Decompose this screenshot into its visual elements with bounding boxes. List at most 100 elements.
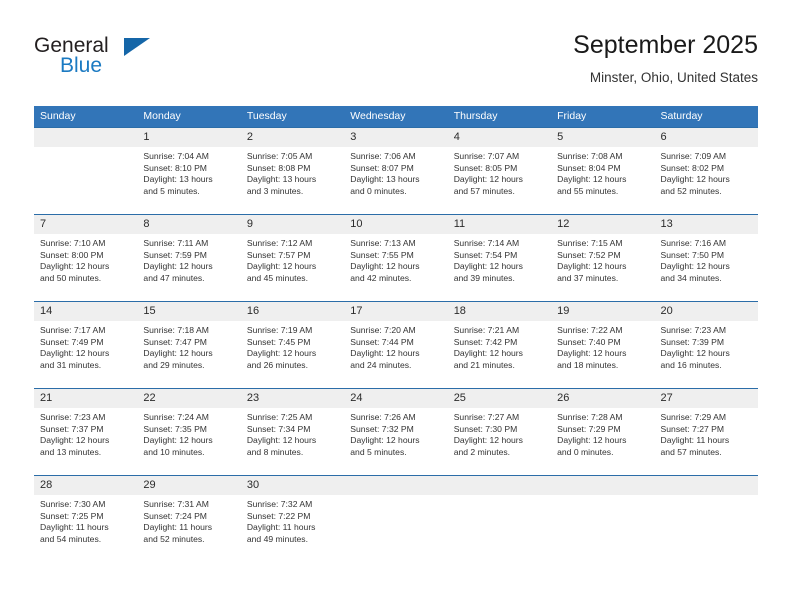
day-cell[interactable]: 13 Sunrise: 7:16 AM Sunset: 7:50 PM Dayligh… xyxy=(654,214,758,302)
sunrise-time: Sunrise: 7:13 AM xyxy=(350,238,416,248)
calendar-week-row: 28 Sunrise: 7:30 AM Sunset: 7:25 PM Dayligh… xyxy=(34,475,758,562)
sunrise-time: Sunrise: 7:07 AM xyxy=(453,151,520,161)
day-cell[interactable]: 4 Sunrise: 7:07 AM Sunset: 8:05 PM Daylight… xyxy=(447,127,552,215)
sunset-time: Sunset: 7:45 PM xyxy=(246,336,311,347)
sunrise-time: Sunrise: 7:31 AM xyxy=(143,499,209,509)
daylight-duration-line1: Daylight: 12 hours xyxy=(660,174,730,185)
day-sun-info: Sunrise: 7:31 AM Sunset: 7:24 PM Daylight:… xyxy=(137,495,240,545)
day-cell[interactable]: 14 Sunrise: 7:17 AM Sunset: 7:49 PM Dayligh… xyxy=(34,301,138,389)
sunrise-time: Sunrise: 7:04 AM xyxy=(143,151,209,161)
day-cell[interactable]: 30 Sunrise: 7:32 AM Sunset: 7:22 PM Dayligh… xyxy=(240,475,345,562)
sunset-time: Sunset: 7:27 PM xyxy=(660,423,725,434)
daylight-duration-line2: and 13 minutes. xyxy=(40,446,102,457)
day-number: 13 xyxy=(654,215,758,234)
sunrise-time: Sunrise: 7:09 AM xyxy=(660,151,726,161)
sunrise-time: Sunrise: 7:25 AM xyxy=(246,412,313,422)
day-cell[interactable]: 19 Sunrise: 7:22 AM Sunset: 7:40 PM Dayligh… xyxy=(551,301,655,389)
sunrise-time: Sunrise: 7:22 AM xyxy=(557,325,623,335)
sunrise-time: Sunrise: 7:05 AM xyxy=(246,151,313,161)
day-cell[interactable]: 18 Sunrise: 7:21 AM Sunset: 7:42 PM Dayligh… xyxy=(447,301,552,389)
daylight-duration-line1: Daylight: 12 hours xyxy=(246,435,317,446)
day-cell[interactable]: 11 Sunrise: 7:14 AM Sunset: 7:54 PM Dayligh… xyxy=(447,214,552,302)
day-cell[interactable]: 23 Sunrise: 7:25 AM Sunset: 7:34 PM Dayligh… xyxy=(240,388,345,476)
day-cell[interactable]: 27 Sunrise: 7:29 AM Sunset: 7:27 PM Dayligh… xyxy=(654,388,758,476)
daylight-duration-line1: Daylight: 12 hours xyxy=(350,435,420,446)
day-cell[interactable]: 16 Sunrise: 7:19 AM Sunset: 7:45 PM Dayligh… xyxy=(240,301,345,389)
day-cell[interactable]: 2 Sunrise: 7:05 AM Sunset: 8:08 PM Daylight… xyxy=(240,127,345,215)
day-sun-info: Sunrise: 7:26 AM Sunset: 7:32 PM Daylight:… xyxy=(344,408,447,458)
day-cell[interactable]: 12 Sunrise: 7:15 AM Sunset: 7:52 PM Dayligh… xyxy=(551,214,655,302)
day-sun-info: Sunrise: 7:17 AM Sunset: 7:49 PM Daylight:… xyxy=(34,321,137,371)
daylight-duration-line2: and 37 minutes. xyxy=(557,272,619,283)
page-header: General Blue September 2025 Minster, Ohi… xyxy=(34,30,758,98)
daylight-duration-line2: and 26 minutes. xyxy=(246,359,308,370)
day-cell[interactable]: 5 Sunrise: 7:08 AM Sunset: 8:04 PM Daylight… xyxy=(551,127,655,215)
sunrise-time: Sunrise: 7:12 AM xyxy=(246,238,313,248)
page-subtitle: Minster, Ohio, United States xyxy=(589,70,758,85)
sunrise-time: Sunrise: 7:32 AM xyxy=(246,499,313,509)
daylight-duration-line1: Daylight: 13 hours xyxy=(246,174,317,185)
calendar-week-row: 21 Sunrise: 7:23 AM Sunset: 7:37 PM Dayligh… xyxy=(34,388,758,476)
sunset-time: Sunset: 7:29 PM xyxy=(557,423,621,434)
sunset-time: Sunset: 7:24 PM xyxy=(143,510,207,521)
day-number: 29 xyxy=(137,476,241,495)
day-cell-empty xyxy=(344,475,448,562)
day-cell[interactable]: 1 Sunrise: 7:04 AM Sunset: 8:10 PM Daylight… xyxy=(137,127,241,215)
day-number: 22 xyxy=(137,389,241,408)
sunset-time: Sunset: 7:50 PM xyxy=(660,249,725,260)
daylight-duration-line1: Daylight: 12 hours xyxy=(350,261,420,272)
day-cell[interactable]: 24 Sunrise: 7:26 AM Sunset: 7:32 PM Dayligh… xyxy=(344,388,448,476)
day-cell[interactable]: 20 Sunrise: 7:23 AM Sunset: 7:39 PM Dayligh… xyxy=(654,301,758,389)
day-cell[interactable]: 26 Sunrise: 7:28 AM Sunset: 7:29 PM Dayligh… xyxy=(551,388,655,476)
day-cell[interactable]: 17 Sunrise: 7:20 AM Sunset: 7:44 PM Dayligh… xyxy=(344,301,448,389)
day-number: 2 xyxy=(240,128,345,147)
day-cell[interactable]: 8 Sunrise: 7:11 AM Sunset: 7:59 PM Daylight… xyxy=(137,214,241,302)
day-sun-info: Sunrise: 7:19 AM Sunset: 7:45 PM Daylight:… xyxy=(241,321,344,371)
day-cell[interactable]: 28 Sunrise: 7:30 AM Sunset: 7:25 PM Dayligh… xyxy=(34,475,138,562)
day-number: 11 xyxy=(447,215,552,234)
daylight-duration-line2: and 0 minutes. xyxy=(557,446,614,457)
daylight-duration-line1: Daylight: 12 hours xyxy=(143,435,213,446)
sunrise-time: Sunrise: 7:28 AM xyxy=(557,412,623,422)
day-cell[interactable]: 3 Sunrise: 7:06 AM Sunset: 8:07 PM Daylight… xyxy=(344,127,448,215)
day-number: 23 xyxy=(240,389,345,408)
weekday-header-friday: Friday xyxy=(551,106,655,128)
calendar-table: Sunday Monday Tuesday Wednesday Thursday… xyxy=(34,106,758,562)
day-cell[interactable]: 15 Sunrise: 7:18 AM Sunset: 7:47 PM Dayligh… xyxy=(137,301,241,389)
sunset-time: Sunset: 8:08 PM xyxy=(246,162,311,173)
day-number: 3 xyxy=(344,128,448,147)
daylight-duration-line1: Daylight: 13 hours xyxy=(143,174,213,185)
day-cell[interactable]: 25 Sunrise: 7:27 AM Sunset: 7:30 PM Dayligh… xyxy=(447,388,552,476)
sunrise-time: Sunrise: 7:23 AM xyxy=(660,325,726,335)
title-block: September 2025 Minster, Ohio, United Sta… xyxy=(573,30,758,88)
daylight-duration-line2: and 2 minutes. xyxy=(453,446,511,457)
daylight-duration-line2: and 49 minutes. xyxy=(246,533,308,544)
day-sun-info: Sunrise: 7:12 AM Sunset: 7:57 PM Daylight:… xyxy=(241,234,344,284)
daylight-duration-line2: and 54 minutes. xyxy=(40,533,102,544)
day-cell[interactable]: 10 Sunrise: 7:13 AM Sunset: 7:55 PM Dayligh… xyxy=(344,214,448,302)
daylight-duration-line1: Daylight: 12 hours xyxy=(246,348,317,359)
day-cell[interactable]: 29 Sunrise: 7:31 AM Sunset: 7:24 PM Dayligh… xyxy=(137,475,241,562)
day-cell[interactable]: 22 Sunrise: 7:24 AM Sunset: 7:35 PM Dayligh… xyxy=(137,388,241,476)
sunrise-time: Sunrise: 7:30 AM xyxy=(40,499,106,509)
daylight-duration-line2: and 24 minutes. xyxy=(350,359,412,370)
day-cell[interactable]: 6 Sunrise: 7:09 AM Sunset: 8:02 PM Daylight… xyxy=(654,127,758,215)
sunset-time: Sunset: 7:52 PM xyxy=(557,249,621,260)
weekday-header-monday: Monday xyxy=(137,106,241,128)
day-sun-info: Sunrise: 7:10 AM Sunset: 8:00 PM Daylight:… xyxy=(34,234,137,284)
daylight-duration-line1: Daylight: 12 hours xyxy=(143,261,213,272)
sunset-time: Sunset: 8:10 PM xyxy=(143,162,207,173)
day-cell[interactable]: 21 Sunrise: 7:23 AM Sunset: 7:37 PM Dayligh… xyxy=(34,388,138,476)
day-sun-info: Sunrise: 7:22 AM Sunset: 7:40 PM Daylight:… xyxy=(551,321,654,371)
sunrise-time: Sunrise: 7:08 AM xyxy=(557,151,623,161)
sunset-time: Sunset: 7:54 PM xyxy=(453,249,518,260)
day-cell[interactable]: 9 Sunrise: 7:12 AM Sunset: 7:57 PM Daylight… xyxy=(240,214,345,302)
daylight-duration-line1: Daylight: 11 hours xyxy=(40,522,109,533)
logo-triangle-icon xyxy=(124,38,150,56)
sunset-time: Sunset: 7:35 PM xyxy=(143,423,207,434)
day-cell[interactable]: 7 Sunrise: 7:10 AM Sunset: 8:00 PM Daylight… xyxy=(34,214,138,302)
sunrise-time: Sunrise: 7:17 AM xyxy=(40,325,106,335)
calendar-header-row: Sunday Monday Tuesday Wednesday Thursday… xyxy=(34,106,758,128)
daylight-duration-line2: and 47 minutes. xyxy=(143,272,205,283)
day-number: 21 xyxy=(34,389,138,408)
